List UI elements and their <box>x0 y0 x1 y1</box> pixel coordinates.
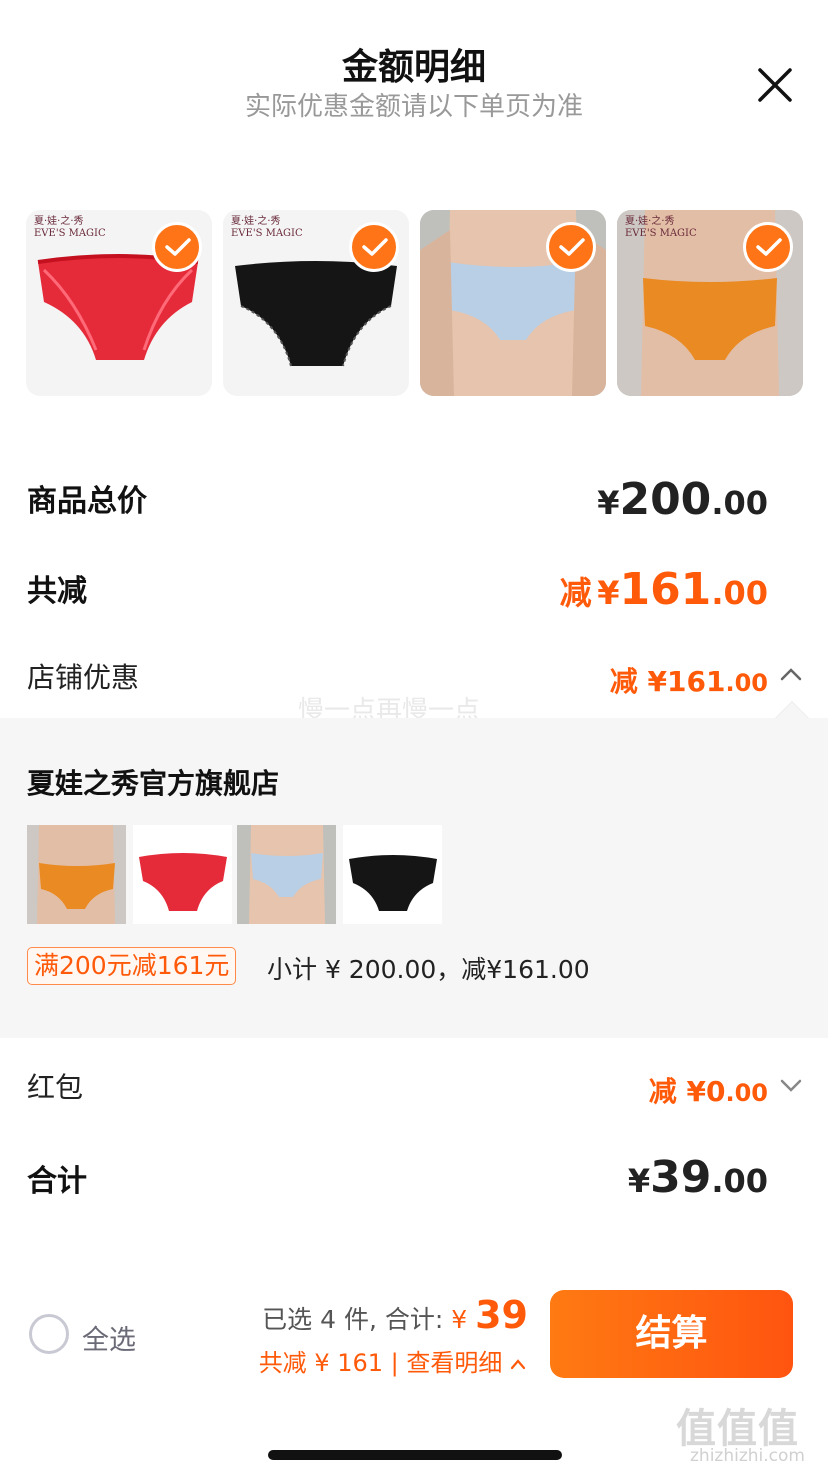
selected-check-badge <box>152 222 202 272</box>
total-amount: 39 <box>475 1293 528 1337</box>
page-title: 金额明细 <box>341 47 486 88</box>
price-integer: 200 <box>619 474 712 525</box>
discount-prefix: 减 <box>609 665 638 698</box>
promo-tag: 满200元减161元 <box>27 947 237 985</box>
shop-item-orange <box>27 825 126 924</box>
product-thumb-blue[interactable] <box>420 210 606 396</box>
shop-subtotal: 小计 ¥ 200.00，减¥161.00 <box>267 955 590 984</box>
saved-amount-text: 共减 ¥ 161 | 查看明细 <box>258 1349 510 1377</box>
select-all-radio[interactable] <box>29 1314 69 1354</box>
product-thumb-red[interactable]: 夏·娃·之·秀 EVE'S MAGIC <box>26 210 212 396</box>
brand-logo: 夏·娃·之·秀 EVE'S MAGIC <box>625 216 697 239</box>
price-decimal: .00 <box>725 669 768 697</box>
checkmark-icon <box>559 238 585 256</box>
red-packet-label: 红包 <box>27 1071 84 1104</box>
discount-prefix: 减 <box>559 574 592 612</box>
checkmark-icon <box>756 238 782 256</box>
discount-prefix: 减 <box>648 1075 677 1108</box>
chevron-down-icon[interactable] <box>780 1074 802 1096</box>
checkout-button[interactable]: 结算 <box>550 1290 793 1378</box>
select-all-label[interactable]: 全选 <box>82 1318 136 1357</box>
selected-check-badge <box>743 222 793 272</box>
price-decimal: .00 <box>711 1162 768 1200</box>
red-brief-image <box>133 825 232 924</box>
amount-detail-sheet: { "header": { "title": "金额明细", "subtitle… <box>0 0 828 1478</box>
home-indicator[interactable] <box>268 1450 562 1460</box>
selected-check-badge <box>546 222 596 272</box>
shop-item-red <box>133 825 232 924</box>
price-integer: 161 <box>619 564 712 615</box>
shop-item-blue <box>237 825 336 924</box>
discount-total-label: 共减 <box>27 574 87 609</box>
view-details-link[interactable]: 共减 ¥ 161 | 查看明细 <box>259 1343 526 1378</box>
red-packet-value[interactable]: 减 ¥0.00 <box>649 1070 768 1110</box>
total-price-label: 商品总价 <box>27 484 147 519</box>
chevron-up-icon[interactable] <box>780 664 802 686</box>
currency-symbol: ¥ <box>597 574 620 612</box>
close-button[interactable] <box>756 66 794 104</box>
total-price-value: ¥200.00 <box>597 474 768 525</box>
currency-symbol: ¥ <box>451 1305 476 1334</box>
shop-discount-panel: 夏娃之秀官方旗舰店 满200元减161元 小计 ¥ 200.00，减¥161.0… <box>0 718 828 1038</box>
price-decimal: .00 <box>711 574 768 612</box>
product-thumb-black[interactable]: 夏·娃·之·秀 EVE'S MAGIC <box>223 210 409 396</box>
checkmark-icon <box>362 238 388 256</box>
currency-symbol: ¥ <box>647 665 668 698</box>
price-integer: 161 <box>667 665 726 698</box>
price-decimal: .00 <box>711 484 768 522</box>
price-integer: 0 <box>706 1075 726 1108</box>
selected-count-text: 已选 4 件, 合计: <box>262 1305 452 1334</box>
shop-name: 夏娃之秀官方旗舰店 <box>27 767 280 800</box>
selected-check-badge <box>349 222 399 272</box>
orange-brief-model-image <box>27 825 126 924</box>
currency-symbol: ¥ <box>597 484 620 522</box>
product-thumb-orange[interactable]: 夏·娃·之·秀 EVE'S MAGIC <box>617 210 803 396</box>
blue-brief-model-image <box>237 825 336 924</box>
store-discount-value[interactable]: 减 ¥161.00 <box>610 660 768 700</box>
grand-total-value: ¥39.00 <box>628 1152 768 1203</box>
black-brief-image <box>343 825 442 924</box>
close-icon <box>758 68 792 102</box>
page-subtitle: 实际优惠金额请以下单页为准 <box>244 92 583 122</box>
price-integer: 39 <box>650 1152 712 1203</box>
currency-symbol: ¥ <box>686 1075 706 1108</box>
discount-total-value: 减 ¥161.00 <box>560 564 768 615</box>
selected-summary: 已选 4 件, 合计: ¥ 39 <box>262 1293 528 1337</box>
grand-total-label: 合计 <box>27 1164 87 1199</box>
site-watermark-url: zhizhizhi.com <box>690 1446 805 1466</box>
price-decimal: .00 <box>725 1079 768 1107</box>
currency-symbol: ¥ <box>627 1162 651 1200</box>
checkmark-icon <box>165 238 191 256</box>
chevron-up-icon <box>510 1359 526 1370</box>
shop-item-black <box>343 825 442 924</box>
store-discount-label: 店铺优惠 <box>27 661 140 694</box>
